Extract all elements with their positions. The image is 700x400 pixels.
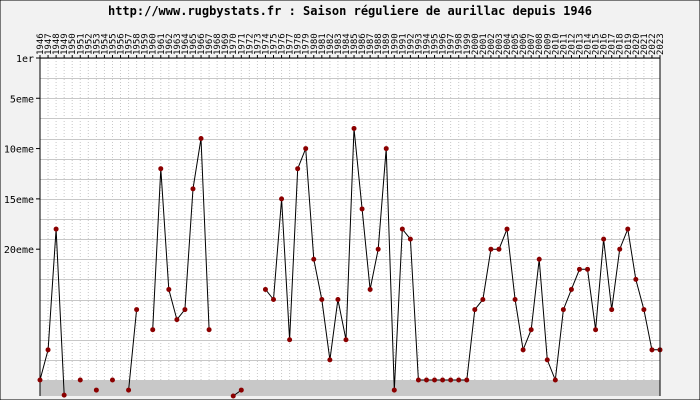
data-point xyxy=(303,146,309,152)
data-point xyxy=(609,307,615,313)
data-point xyxy=(593,327,599,333)
data-point xyxy=(367,286,373,292)
data-point xyxy=(295,166,301,172)
data-point xyxy=(134,307,140,313)
data-point xyxy=(37,377,43,383)
data-point xyxy=(641,307,647,313)
data-point xyxy=(560,307,566,313)
data-point xyxy=(552,377,558,383)
data-point xyxy=(585,266,591,272)
data-point xyxy=(206,327,212,333)
chart-svg: http://www.rugbystats.fr : Saison réguli… xyxy=(0,0,700,400)
data-point xyxy=(512,297,518,302)
data-point xyxy=(383,146,389,152)
data-point xyxy=(271,297,277,302)
data-point xyxy=(190,186,196,192)
data-point xyxy=(576,266,582,272)
data-point xyxy=(126,387,132,393)
data-point xyxy=(568,286,574,292)
y-tick-label: 20eme xyxy=(4,245,34,256)
data-point xyxy=(182,307,188,313)
y-tick-label: 5eme xyxy=(10,94,34,105)
data-point xyxy=(77,377,83,383)
plot-area: 1er5eme10eme15eme20eme194619471948194919… xyxy=(4,33,666,399)
data-point xyxy=(472,307,478,313)
data-point xyxy=(625,226,631,232)
y-tick-label: 1er xyxy=(16,54,34,65)
data-point xyxy=(351,125,357,131)
data-point xyxy=(440,377,446,383)
data-point xyxy=(238,387,244,393)
chart: http://www.rugbystats.fr : Saison réguli… xyxy=(0,0,700,400)
data-point xyxy=(198,136,204,141)
data-point xyxy=(93,387,99,393)
data-point xyxy=(279,196,285,202)
data-point xyxy=(633,276,639,282)
data-point xyxy=(399,226,405,232)
data-point xyxy=(456,377,462,383)
data-point xyxy=(61,392,67,398)
plot-bottom-band xyxy=(40,380,660,396)
y-tick-label: 10eme xyxy=(4,145,34,156)
data-point xyxy=(488,246,494,252)
data-point xyxy=(544,357,550,363)
data-point xyxy=(174,317,180,323)
data-point xyxy=(262,286,268,292)
data-point xyxy=(311,256,317,262)
data-point xyxy=(528,327,534,333)
data-point xyxy=(375,246,381,252)
data-point xyxy=(415,377,421,383)
x-tick-label: 2023 xyxy=(656,33,666,55)
data-point xyxy=(158,166,164,172)
data-point xyxy=(359,206,365,212)
data-point xyxy=(335,297,341,302)
data-point xyxy=(496,246,502,252)
chart-title: http://www.rugbystats.fr : Saison réguli… xyxy=(108,4,592,18)
data-point xyxy=(230,393,236,399)
data-point xyxy=(448,377,454,383)
data-point xyxy=(601,236,607,242)
data-point xyxy=(536,256,542,262)
data-point xyxy=(480,297,486,302)
data-point xyxy=(432,377,438,383)
data-point xyxy=(166,286,172,292)
data-point xyxy=(520,347,526,353)
data-point xyxy=(150,327,156,333)
y-tick-label: 15eme xyxy=(4,195,34,206)
data-point xyxy=(53,226,59,232)
data-point xyxy=(343,337,349,343)
data-point xyxy=(649,347,655,353)
data-point xyxy=(423,377,429,383)
data-point xyxy=(504,226,510,232)
data-point xyxy=(319,297,325,302)
data-point xyxy=(391,387,397,393)
data-point xyxy=(464,377,470,383)
data-point xyxy=(617,246,623,252)
data-point xyxy=(109,377,115,383)
data-point xyxy=(45,347,51,353)
data-point xyxy=(407,236,413,242)
data-point xyxy=(327,357,333,363)
data-point xyxy=(287,337,293,343)
